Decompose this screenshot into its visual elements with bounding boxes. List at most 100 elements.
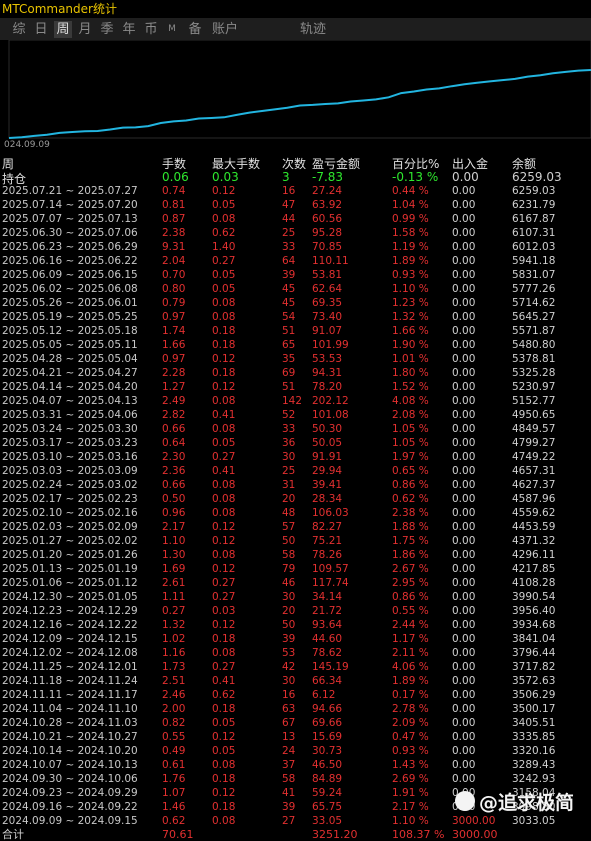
table-cell-6: 0.00 (452, 185, 476, 197)
table-cell-6: 0.00 (452, 409, 476, 421)
tab-3[interactable]: 月 (76, 21, 94, 38)
table-cell-6: 0.00 (452, 591, 476, 603)
table-cell-5: 1.05 % (392, 423, 429, 435)
table-cell-6: 0.00 (452, 353, 476, 365)
table-cell-1: 2.46 (162, 689, 186, 701)
tab-4[interactable]: 季 (98, 21, 116, 38)
table-cell-2: 0.12 (212, 619, 236, 631)
table-cell-1: 0.62 (162, 815, 186, 827)
table-cell-1: 0.80 (162, 283, 186, 295)
table-cell-6: 0.00 (452, 493, 476, 505)
table-cell-4: 75.21 (312, 535, 343, 547)
table-cell-3: 142 (282, 395, 303, 407)
table-cell-2: 0.12 (212, 521, 236, 533)
tab-8[interactable]: 备 (186, 21, 204, 38)
tab-0[interactable]: 综 (10, 21, 28, 38)
table-cell-1: 0.97 (162, 311, 186, 323)
table-cell-6: 0.00 (452, 633, 476, 645)
table-cell-7: 3841.04 (512, 633, 556, 645)
table-cell-7: 5714.62 (512, 297, 556, 309)
table-cell-6: 0.00 (452, 577, 476, 589)
table-cell-0: 2024.10.28 ~ 2024.11.03 (2, 717, 138, 729)
table-cell-6: 3000.00 (452, 815, 496, 827)
table-cell-6: 0.00 (452, 745, 476, 757)
table-cell-1: 1.11 (162, 591, 186, 603)
table-cell-5: 1.80 % (392, 367, 429, 379)
tab-10[interactable]: 轨迹 (298, 21, 328, 38)
table-row: 2025.05.05 ~ 2025.05.11 1.66 0.18 65 101.99 1… (0, 338, 591, 352)
table-cell-7: 5777.26 (512, 283, 556, 295)
table-cell-6: 0.00 (452, 395, 476, 407)
table-row: 2025.01.13 ~ 2025.01.19 1.69 0.12 79 109.57 2… (0, 562, 591, 576)
table-cell-7: 3500.17 (512, 703, 556, 715)
table-cell-4: 27.24 (312, 185, 343, 197)
tab-7[interactable]: M (165, 21, 179, 38)
table-cell-0: 2025.06.30 ~ 2025.07.06 (2, 227, 138, 239)
table-cell-2: 0.05 (212, 437, 236, 449)
table-cell-1: 0.55 (162, 731, 186, 743)
table-cell-3: 30 (282, 451, 296, 463)
table-cell-6: 0.00 (452, 507, 476, 519)
table-cell-3: 45 (282, 297, 296, 309)
table-cell-3: 41 (282, 787, 296, 799)
table-cell-4: 101.08 (312, 409, 349, 421)
table-cell-0: 2025.06.16 ~ 2025.06.22 (2, 255, 138, 267)
table-cell-0: 2025.01.13 ~ 2025.01.19 (2, 563, 138, 575)
table-row: 2025.06.16 ~ 2025.06.22 2.04 0.27 64 110.11 1… (0, 254, 591, 268)
table-row: 2025.06.09 ~ 2025.06.15 0.70 0.05 39 53.81 0.… (0, 268, 591, 282)
table-cell-7: 3796.44 (512, 647, 556, 659)
table-cell-5: 2.11 % (392, 647, 429, 659)
tab-9[interactable]: 账户 (210, 21, 240, 38)
table-cell-0: 2025.07.14 ~ 2025.07.20 (2, 199, 138, 211)
table-cell-3: 47 (282, 199, 296, 211)
table-cell-1: 2.00 (162, 703, 186, 715)
table-cell-4: 62.64 (312, 283, 343, 295)
table-cell-4: 30.73 (312, 745, 343, 757)
tab-5[interactable]: 年 (120, 21, 138, 38)
table-cell-7: 3335.85 (512, 731, 556, 743)
tab-1[interactable]: 日 (32, 21, 50, 38)
table-cell-5: 1.89 % (392, 255, 429, 267)
table-row: 2025.03.17 ~ 2025.03.23 0.64 0.05 36 50.05 1.… (0, 436, 591, 450)
table-cell-2: 0.05 (212, 269, 236, 281)
table-cell-2: 0.18 (212, 367, 236, 379)
table-cell-0: 2024.12.09 ~ 2024.12.15 (2, 633, 138, 645)
table-cell-4: 109.57 (312, 563, 349, 575)
holding-pnl: -7.83 (312, 170, 344, 184)
table-cell-3: 57 (282, 521, 296, 533)
table-cell-1: 0.66 (162, 479, 186, 491)
table-cell-3: 58 (282, 773, 296, 785)
table-cell-3: 42 (282, 661, 296, 673)
table-cell-4: 145.19 (312, 661, 349, 673)
table-cell-0: 2025.06.23 ~ 2025.06.29 (2, 241, 138, 253)
table-cell-1: 2.36 (162, 465, 186, 477)
table-cell-5: 1.75 % (392, 535, 429, 547)
table-cell-2: 0.08 (212, 395, 236, 407)
table-cell-2: 0.27 (212, 661, 236, 673)
table-cell-2: 0.41 (212, 409, 236, 421)
holding-lots: 0.06 (162, 170, 189, 184)
tab-6[interactable]: 币 (142, 21, 160, 38)
table-cell-4: 39.41 (312, 479, 343, 491)
table-row: 2024.12.16 ~ 2024.12.22 1.32 0.12 50 93.64 2.… (0, 618, 591, 632)
table-cell-4: 82.27 (312, 521, 343, 533)
table-cell-3: 25 (282, 227, 296, 239)
tab-2[interactable]: 周 (54, 21, 72, 38)
table-cell-2: 0.27 (212, 451, 236, 463)
table-cell-2: 0.05 (212, 745, 236, 757)
table-cell-0: 2025.04.28 ~ 2025.05.04 (2, 353, 138, 365)
table-cell-1: 0.74 (162, 185, 186, 197)
table-header: 周手数 最大手数 次数 盈亏金额 百分比% 出入金 余额 (0, 155, 591, 171)
table-cell-4: 202.12 (312, 395, 349, 407)
table-cell-7: 4627.37 (512, 479, 556, 491)
table-cell-2: 0.12 (212, 353, 236, 365)
table-cell-0: 2025.01.20 ~ 2025.01.26 (2, 549, 138, 561)
table-cell-7: 5480.80 (512, 339, 556, 351)
table-cell-2: 1.40 (212, 241, 236, 253)
table-cell-6: 0.00 (452, 465, 476, 477)
table-row: 2025.02.24 ~ 2025.03.02 0.66 0.08 31 39.41 0.… (0, 478, 591, 492)
table-cell-3: 69 (282, 367, 296, 379)
table-cell-7: 3320.16 (512, 745, 556, 757)
table-cell-5: 2.08 % (392, 409, 429, 421)
table-cell-1: 1.74 (162, 325, 186, 337)
